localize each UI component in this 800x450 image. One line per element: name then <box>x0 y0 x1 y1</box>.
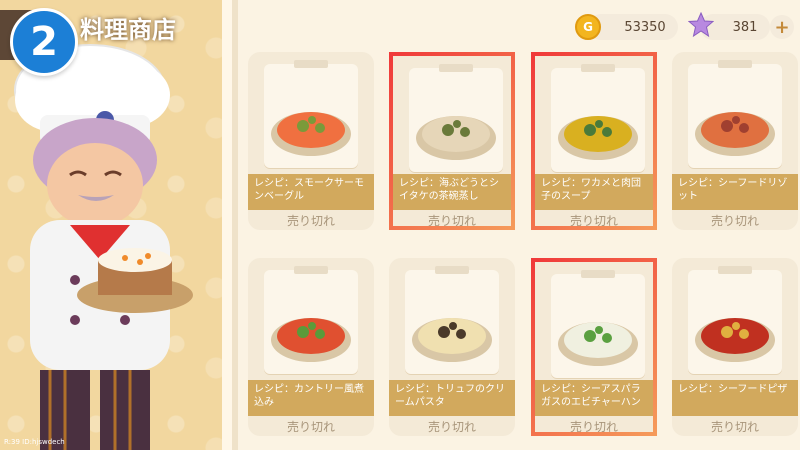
recipe-label: レシピ：スモークサーモンベーグル <box>248 174 374 210</box>
sold-out-label: 売り切れ <box>710 420 759 434</box>
chef-character <box>14 44 193 450</box>
dish-icon <box>695 318 775 362</box>
recipe-card[interactable]: レシピ：シーフードリゾット売り切れ <box>672 52 798 230</box>
chef-panel: 2 料理商店 R:39 ID:hjswdech <box>0 0 232 450</box>
sold-out-label: 売り切れ <box>286 214 335 228</box>
recipe-label: レシピ：トリュフのクリームパスタ <box>389 380 515 416</box>
dish-icon <box>412 318 492 362</box>
recipe-art <box>535 56 653 174</box>
recipe-label: レシピ：シーアスパラガスのエビチャーハン <box>535 380 653 416</box>
dish-icon <box>271 318 351 362</box>
recipe-card[interactable]: レシピ：海ぶどうとシイタケの茶碗蒸し売り切れ <box>389 52 515 230</box>
number-badge: 2 <box>10 8 78 76</box>
sold-out-label: 売り切れ <box>427 214 476 228</box>
plus-icon[interactable]: + <box>770 15 794 39</box>
shop-title: 料理商店 <box>80 16 176 44</box>
recipe-art <box>535 262 653 380</box>
sold-out-label: 売り切れ <box>569 214 618 228</box>
recipe-art <box>248 52 374 170</box>
sold-out-label: 売り切れ <box>710 214 759 228</box>
recipe-label: レシピ：海ぶどうとシイタケの茶碗蒸し <box>393 174 511 210</box>
sold-out-label: 売り切れ <box>286 420 335 434</box>
recipe-label: レシピ：シーフードリゾット <box>672 174 798 210</box>
panel-edge <box>222 0 232 450</box>
recipe-label: レシピ：シーフードピザ <box>672 380 798 416</box>
recipe-card[interactable]: レシピ：シーアスパラガスのエビチャーハン売り切れ <box>531 258 657 436</box>
recipe-art <box>248 258 374 376</box>
sold-out-label: 売り切れ <box>569 420 618 434</box>
recipe-card[interactable]: レシピ：スモークサーモンベーグル売り切れ <box>248 52 374 230</box>
recipe-card[interactable]: レシピ：トリュフのクリームパスタ売り切れ <box>389 258 515 436</box>
dish-icon <box>695 112 775 156</box>
dish-icon <box>558 322 638 366</box>
recipe-label: レシピ：ワカメと肉団子のスープ <box>535 174 653 210</box>
dish-icon <box>558 116 638 160</box>
recipe-card[interactable]: レシピ：カントリー風煮込み売り切れ <box>248 258 374 436</box>
recipe-card[interactable]: レシピ：ワカメと肉団子のスープ売り切れ <box>531 52 657 230</box>
star-icon <box>688 12 714 38</box>
recipe-art <box>672 258 798 376</box>
sold-out-label: 売り切れ <box>427 420 476 434</box>
panel-divider <box>232 0 238 450</box>
coin-icon: G <box>575 14 601 40</box>
dish-icon <box>416 116 496 160</box>
dish-icon <box>271 112 351 156</box>
recipe-card[interactable]: レシピ：シーフードピザ売り切れ <box>672 258 798 436</box>
coin-balance: 53350 <box>588 14 678 40</box>
id-watermark: R:39 ID:hjswdech <box>4 438 65 446</box>
recipe-art <box>672 52 798 170</box>
recipe-label: レシピ：カントリー風煮込み <box>248 380 374 416</box>
recipe-art <box>393 56 511 174</box>
recipe-art <box>389 258 515 376</box>
